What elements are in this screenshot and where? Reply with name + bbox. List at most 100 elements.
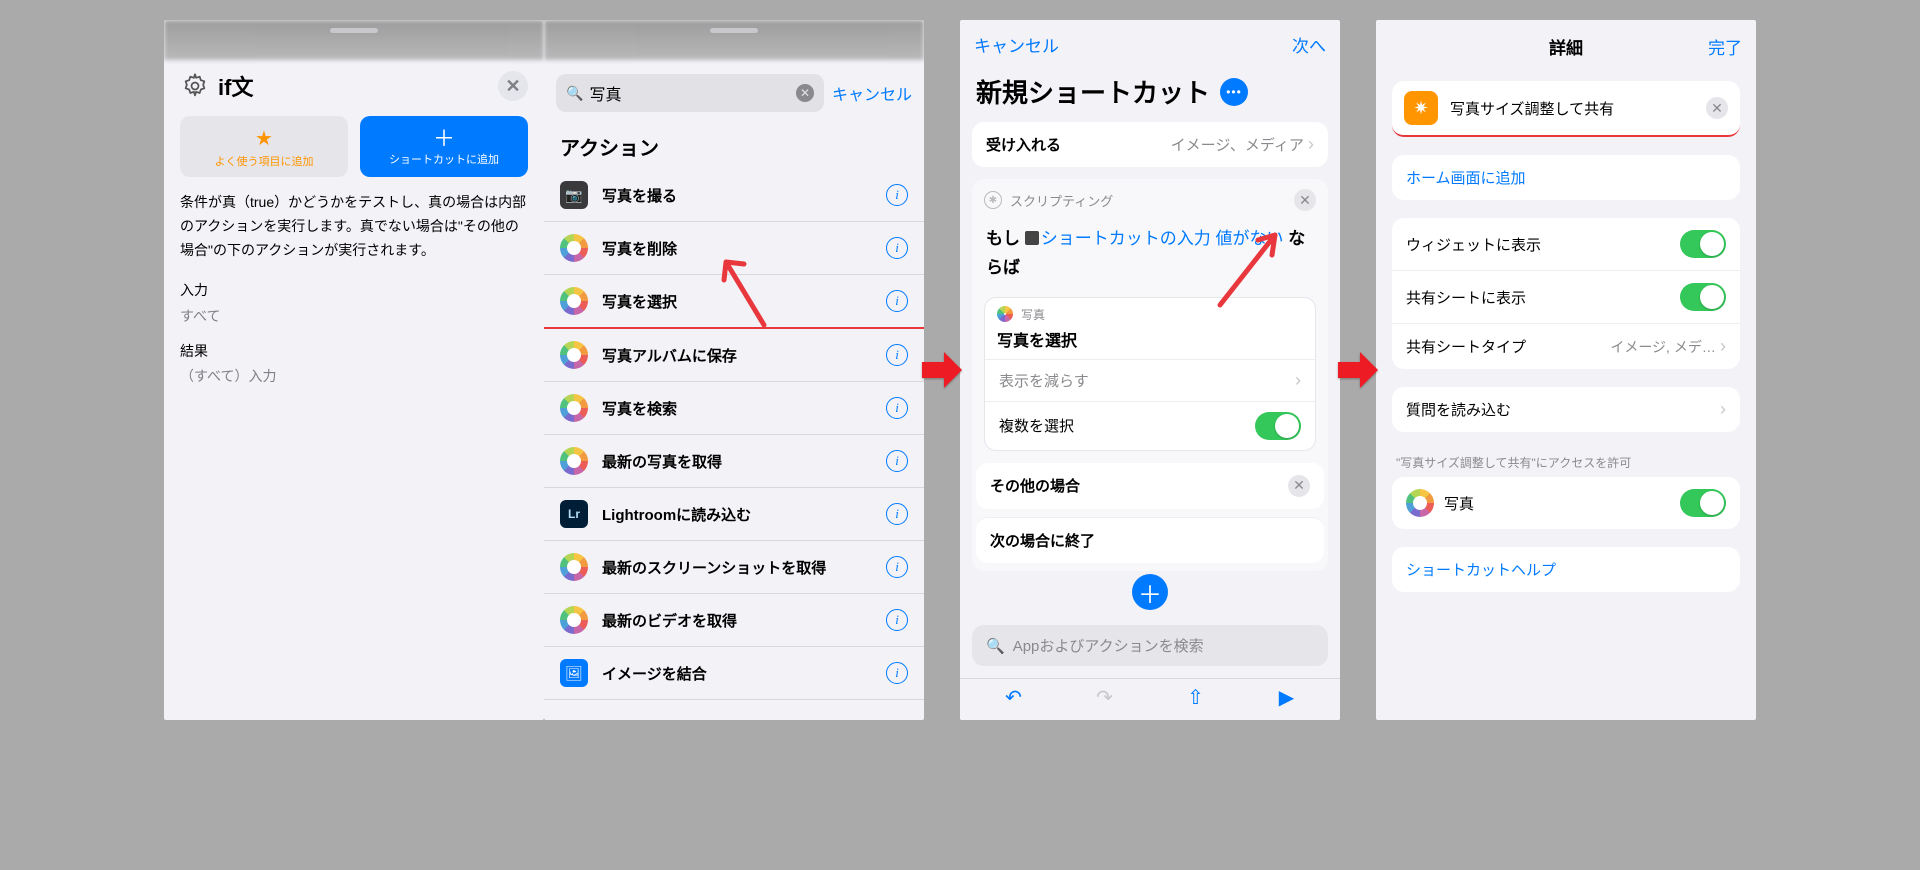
camera-icon: 📷 <box>560 181 588 209</box>
shortcut-icon[interactable]: ✷ <box>1404 91 1438 125</box>
add-action-button[interactable]: ＋ <box>1132 574 1168 610</box>
info-button[interactable]: i <box>886 237 908 259</box>
action-row[interactable]: 写真を検索 i <box>544 382 924 435</box>
toggle-share[interactable] <box>1680 283 1726 311</box>
action-select-photos: 写真を選択 <box>985 327 1315 359</box>
chevron-right-icon: › <box>1720 336 1726 356</box>
reduce-display-row[interactable]: 表示を減らす › <box>985 359 1315 401</box>
more-menu-button[interactable]: ••• <box>1220 78 1248 106</box>
share-type-row[interactable]: 共有シートタイプ イメージ, メデ… › <box>1392 323 1740 369</box>
photos-icon <box>560 553 588 581</box>
action-label: イメージを結合 <box>602 663 872 684</box>
info-button[interactable]: i <box>886 450 908 472</box>
remove-button[interactable]: ✕ <box>1294 189 1316 211</box>
import-questions-row[interactable]: 質問を読み込む › <box>1392 387 1740 432</box>
add-shortcut-button[interactable]: ＋ ショートカットに追加 <box>360 116 528 177</box>
drag-handle[interactable] <box>330 28 378 33</box>
clear-button[interactable]: ✕ <box>1706 97 1728 119</box>
search-input[interactable]: 🔍 写真 ✕ <box>556 74 824 112</box>
lightroom-icon: Lr <box>560 500 588 528</box>
info-button[interactable]: i <box>886 662 908 684</box>
action-label: 写真を選択 <box>602 291 872 312</box>
endif-row[interactable]: 次の場合に終了 <box>976 517 1324 563</box>
info-button[interactable]: i <box>886 184 908 206</box>
photos-icon <box>1406 489 1434 517</box>
action-label: 写真を削除 <box>602 238 872 259</box>
undo-button[interactable]: ↶ <box>998 685 1030 710</box>
gear-icon: ✱ <box>984 191 1002 209</box>
otherwise-row[interactable]: その他の場合 ✕ <box>976 463 1324 509</box>
photos-icon <box>997 306 1013 322</box>
action-label: 写真を撮る <box>602 185 872 206</box>
star-icon: ★ <box>255 126 273 151</box>
next-button[interactable]: 次へ <box>1266 32 1326 57</box>
condition-text[interactable]: もし ショートカットの入力 値がない ならば <box>972 221 1328 297</box>
action-row[interactable]: 写真を削除 i <box>544 222 924 275</box>
action-label: 最新のスクリーンショットを取得 <box>602 557 872 578</box>
action-label: 写真を検索 <box>602 398 872 419</box>
gear-icon <box>180 71 210 101</box>
section-header: アクション <box>544 112 924 169</box>
toggle-photos-permission[interactable] <box>1680 489 1726 517</box>
input-value: すべて <box>180 304 528 329</box>
drag-handle[interactable] <box>710 28 758 33</box>
close-button[interactable]: ✕ <box>498 71 528 101</box>
add-favorite-button[interactable]: ★ よく使う項目に追加 <box>180 116 348 177</box>
variable-icon <box>1025 231 1039 245</box>
toggle-widget[interactable] <box>1680 230 1726 258</box>
info-button[interactable]: i <box>886 344 908 366</box>
action-row[interactable]: 最新のビデオを取得 i <box>544 594 924 647</box>
photos-icon <box>560 287 588 315</box>
description: 条件が真（true）かどうかをテストし、真の場合は内部のアクションを実行します。… <box>164 191 544 278</box>
toggle-multiple[interactable] <box>1255 412 1301 440</box>
remove-button[interactable]: ✕ <box>1288 475 1310 497</box>
photos-icon <box>560 341 588 369</box>
help-button[interactable]: ショートカットヘルプ <box>1392 547 1740 592</box>
action-search-input[interactable]: 🔍 Appおよびアクションを検索 <box>972 625 1328 666</box>
action-label: 最新のビデオを取得 <box>602 610 872 631</box>
photos-icon <box>560 606 588 634</box>
action-row[interactable]: 最新の写真を取得 i <box>544 435 924 488</box>
cancel-button[interactable]: キャンセル <box>832 81 912 105</box>
action-label: 最新の写真を取得 <box>602 451 872 472</box>
flow-arrow-icon <box>920 348 964 392</box>
photos-icon <box>560 447 588 475</box>
action-row[interactable]: 最新のスクリーンショットを取得 i <box>544 541 924 594</box>
action-row[interactable]: 写真を選択 i <box>544 275 924 329</box>
plus-icon: ＋ <box>433 129 455 149</box>
action-label: Lightroomに読み込む <box>602 504 872 525</box>
permission-caption: "写真サイズ調整して共有"にアクセスを許可 <box>1376 432 1756 477</box>
info-button[interactable]: i <box>886 397 908 419</box>
redo-button[interactable]: ↷ <box>1089 685 1121 710</box>
photos-icon <box>560 234 588 262</box>
info-button[interactable]: i <box>886 503 908 525</box>
show-in-share-label: 共有シートに表示 <box>1406 287 1526 308</box>
info-button[interactable]: i <box>886 609 908 631</box>
flow-arrow-icon <box>1336 348 1380 392</box>
result-value: （すべて）入力 <box>180 364 528 389</box>
sheet-title: if文 <box>180 70 253 102</box>
chevron-right-icon: › <box>1308 134 1314 154</box>
action-row[interactable]: 📷 写真を撮る i <box>544 169 924 222</box>
info-button[interactable]: i <box>886 290 908 312</box>
shortcut-title: 新規ショートカット <box>976 73 1210 110</box>
accept-row[interactable]: 受け入れる イメージ、メディア › <box>972 122 1328 167</box>
result-label: 結果 <box>180 339 528 364</box>
action-row[interactable]: 🖼イメージを結合i <box>544 647 924 700</box>
info-button[interactable]: i <box>886 556 908 578</box>
action-row[interactable]: Lr Lightroomに読み込む i <box>544 488 924 541</box>
shortcut-name-row[interactable]: ✷ 写真サイズ調整して共有 ✕ <box>1392 81 1740 137</box>
search-icon: 🔍 <box>566 85 583 102</box>
show-in-widget-label: ウィジェットに表示 <box>1406 234 1541 255</box>
done-button[interactable]: 完了 <box>1682 34 1742 59</box>
photos-icon <box>560 394 588 422</box>
clear-search-button[interactable]: ✕ <box>796 84 814 102</box>
cancel-button[interactable]: キャンセル <box>974 32 1059 57</box>
play-button[interactable]: ▶ <box>1271 685 1303 710</box>
add-to-home-button[interactable]: ホーム画面に追加 <box>1392 155 1740 200</box>
share-button[interactable]: ⇧ <box>1180 685 1212 710</box>
input-label: 入力 <box>180 278 528 303</box>
select-multiple-row: 複数を選択 <box>985 401 1315 450</box>
chevron-right-icon: › <box>1295 370 1301 391</box>
action-row[interactable]: 写真アルバムに保存i <box>544 329 924 382</box>
